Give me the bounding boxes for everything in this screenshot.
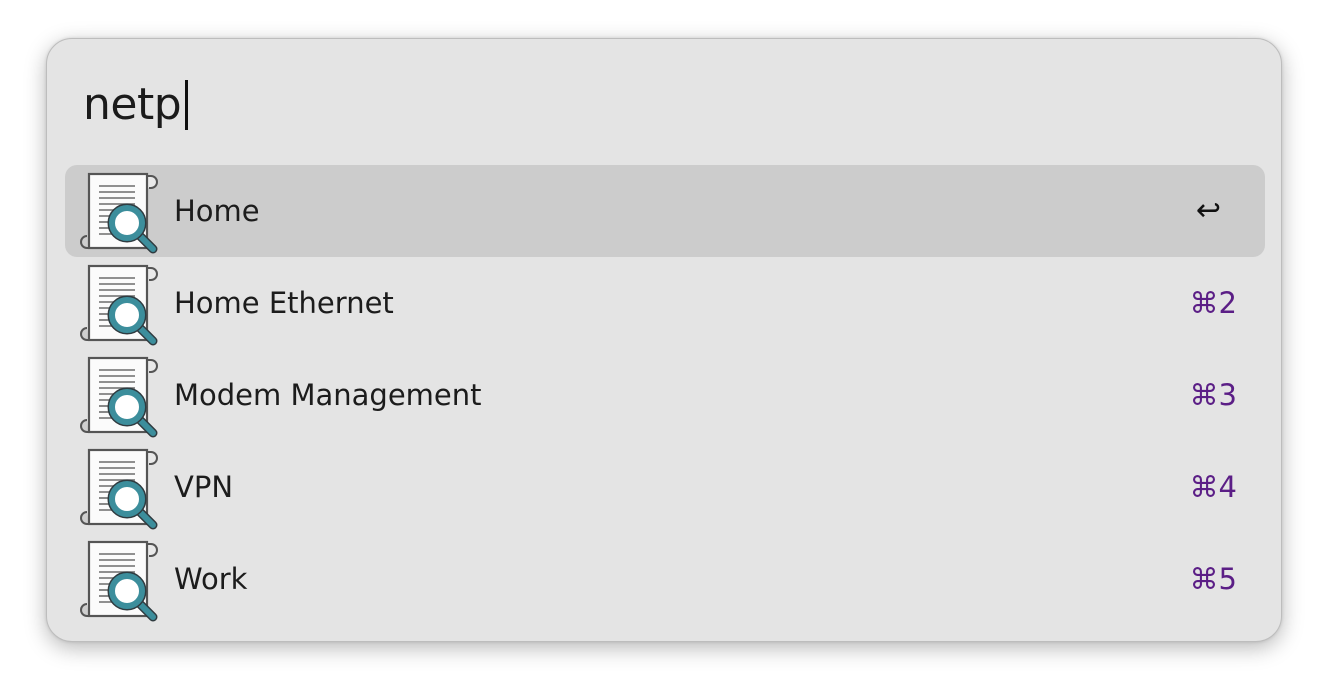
result-title: VPN [174, 470, 234, 504]
results-list: Home ↩ Home Ethernet ⌘2 Modem Management… [65, 165, 1265, 625]
document-search-icon [77, 170, 161, 254]
result-item[interactable]: Home ↩ [65, 165, 1265, 257]
result-item[interactable]: Work ⌘5 [65, 533, 1265, 625]
document-search-icon [77, 262, 161, 346]
text-cursor [185, 80, 189, 130]
result-title: Home [174, 194, 260, 228]
keyboard-shortcut: ⌘5 [1189, 562, 1237, 596]
document-search-icon [77, 354, 161, 438]
search-input-text[interactable]: netp [83, 75, 182, 135]
result-item[interactable]: VPN ⌘4 [65, 441, 1265, 533]
result-title: Work [174, 562, 248, 596]
keyboard-shortcut: ⌘2 [1189, 286, 1237, 320]
result-title: Home Ethernet [174, 286, 394, 320]
result-item[interactable]: Modem Management ⌘3 [65, 349, 1265, 441]
keyboard-shortcut: ⌘3 [1189, 378, 1237, 412]
return-key-shortcut: ↩ [1195, 193, 1221, 228]
search-field[interactable]: netp [83, 75, 189, 135]
keyboard-shortcut: ⌘4 [1189, 470, 1237, 504]
result-item[interactable]: Home Ethernet ⌘2 [65, 257, 1265, 349]
document-search-icon [77, 538, 161, 622]
document-search-icon [77, 446, 161, 530]
launcher-panel: netp Home ↩ Home Ethernet ⌘2 Modem Manag… [46, 38, 1282, 642]
result-title: Modem Management [174, 378, 482, 412]
